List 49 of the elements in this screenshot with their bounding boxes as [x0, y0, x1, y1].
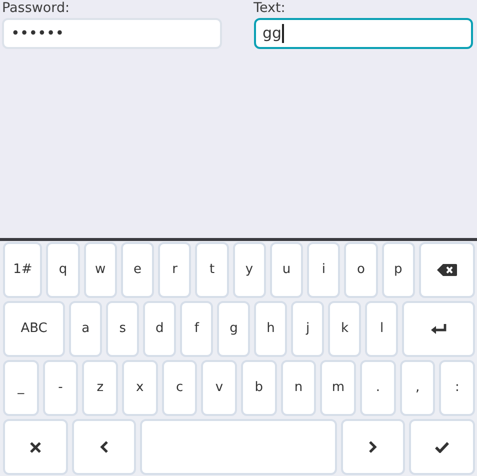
letter-key[interactable]: n [280, 360, 316, 416]
backspace-key[interactable] [418, 242, 476, 298]
left-key[interactable] [72, 419, 136, 475]
letter-key[interactable]: g [217, 301, 250, 357]
letter-key[interactable]: c [162, 360, 198, 416]
letter-key[interactable]: p [382, 242, 415, 298]
close-key[interactable] [3, 419, 68, 475]
letter-key[interactable]: f [180, 301, 214, 357]
letter-key[interactable]: r [158, 242, 192, 298]
letter-key[interactable]: t [195, 242, 229, 298]
letter-key[interactable]: . [360, 360, 396, 416]
letter-key[interactable]: j [291, 301, 324, 357]
field-label: Text: [254, 0, 286, 18]
letter-key[interactable]: q [46, 242, 80, 298]
enter-icon [430, 324, 447, 334]
letter-key[interactable]: i [307, 242, 340, 298]
letter-key[interactable]: d [143, 301, 176, 357]
check-icon [435, 442, 450, 452]
letter-key[interactable]: v [201, 360, 238, 416]
letter-key[interactable]: m [320, 360, 356, 416]
backspace-icon [436, 264, 457, 276]
letter-key[interactable]: h [254, 301, 288, 357]
letter-key[interactable]: w [84, 242, 117, 298]
letter-key[interactable]: u [270, 242, 304, 298]
letter-key[interactable]: z [82, 360, 118, 416]
chevron-left-icon [100, 441, 108, 453]
letter-key[interactable]: x [122, 360, 158, 416]
letter-key[interactable]: , [400, 360, 436, 416]
input-field[interactable]: gg [254, 18, 473, 49]
letter-key[interactable]: - [42, 360, 78, 416]
right-key[interactable] [340, 419, 406, 475]
letter-key[interactable]: e [120, 242, 154, 298]
letter-key[interactable]: y [232, 242, 266, 298]
letter-key[interactable]: k [328, 301, 362, 357]
mode-key[interactable]: 1# [3, 242, 42, 298]
input-field[interactable]: •••••• [2, 18, 222, 49]
chevron-right-icon [369, 441, 378, 453]
letter-key[interactable]: : [439, 360, 476, 416]
mode-key[interactable]: ABC [3, 301, 66, 357]
letter-key[interactable]: a [69, 301, 102, 357]
field-label: Password: [2, 0, 71, 18]
letter-key[interactable]: _ [3, 360, 39, 416]
letter-key[interactable]: b [241, 360, 277, 416]
letter-key[interactable]: l [365, 301, 398, 357]
space-key[interactable] [140, 419, 337, 475]
letter-key[interactable]: s [106, 301, 140, 357]
close-icon [30, 442, 41, 452]
done-key[interactable] [409, 419, 475, 475]
letter-key[interactable]: o [344, 242, 378, 298]
